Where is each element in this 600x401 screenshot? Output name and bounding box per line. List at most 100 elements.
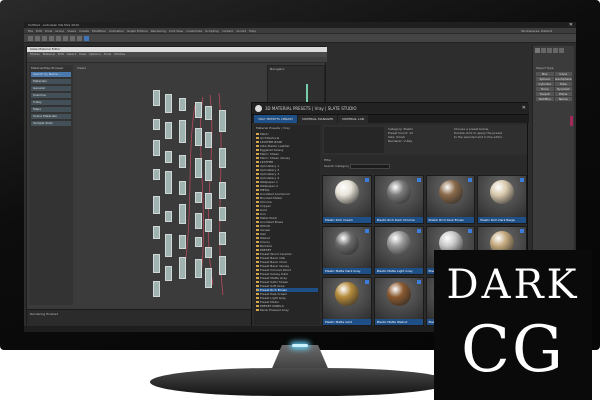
create-object-button[interactable]: Box — [536, 72, 554, 76]
menu-item[interactable]: Modifiers — [92, 29, 106, 33]
scroll-marker[interactable] — [570, 116, 573, 126]
material-node[interactable] — [153, 140, 160, 156]
favorite-icon[interactable] — [364, 280, 369, 284]
menu-item[interactable]: Views — [67, 29, 76, 33]
studio-tab[interactable]: VRAY PRESETS LIBRARY — [254, 115, 298, 123]
menu-item[interactable]: Content — [222, 29, 234, 33]
material-node[interactable] — [165, 266, 172, 281]
create-object-button[interactable]: Name — [554, 97, 572, 101]
material-node[interactable] — [195, 102, 202, 118]
browser-group[interactable]: Scanline — [31, 93, 71, 98]
material-node[interactable] — [153, 119, 160, 130]
menu-item[interactable]: Rendering — [151, 29, 166, 33]
undo-icon[interactable] — [28, 36, 33, 41]
preset-thumbnail[interactable]: Plastic Matte Dark Gray — [322, 226, 372, 275]
material-node[interactable] — [205, 132, 212, 148]
preset-thumbnail[interactable]: Plastic Matte Gold — [322, 277, 372, 326]
favorite-icon[interactable] — [416, 178, 421, 182]
material-node[interactable] — [165, 94, 172, 113]
browser-group[interactable]: Search by Name... — [31, 72, 71, 77]
favorite-icon[interactable] — [416, 280, 421, 284]
create-object-button[interactable]: Plane — [554, 92, 572, 96]
create-object-button[interactable]: Cone — [554, 72, 572, 76]
menu-item[interactable]: Tools — [45, 29, 52, 33]
material-node[interactable] — [179, 235, 186, 249]
material-node[interactable] — [219, 110, 226, 132]
menu-item[interactable]: Animation — [109, 29, 124, 33]
create-object-button[interactable]: Sphere — [536, 77, 554, 81]
menu-item[interactable]: Civil View — [169, 29, 183, 33]
material-node[interactable] — [153, 196, 160, 214]
create-object-button[interactable]: Cylinder — [536, 82, 554, 86]
preset-thumbnail[interactable]: Plastic Matte Light Gray — [373, 226, 424, 275]
redo-icon[interactable] — [35, 36, 40, 41]
link-icon[interactable] — [42, 36, 47, 41]
preset-thumbnail[interactable]: Plastic Rich Dark Chrome — [373, 175, 424, 224]
close-icon[interactable]: ✕ — [522, 105, 526, 111]
create-tab-icon[interactable] — [535, 48, 540, 53]
browser-group[interactable]: Materials — [31, 79, 71, 84]
hierarchy-tab-icon[interactable] — [547, 48, 552, 53]
preset-thumbnail[interactable]: Plastic Matte Walnut — [373, 277, 424, 326]
scale-icon[interactable] — [77, 36, 82, 41]
favorite-icon[interactable] — [416, 229, 421, 233]
material-node[interactable] — [205, 106, 212, 120]
select-icon[interactable] — [56, 36, 61, 41]
favorite-icon[interactable] — [468, 229, 473, 233]
material-node[interactable] — [179, 204, 186, 224]
favorite-icon[interactable] — [520, 229, 524, 233]
material-node[interactable] — [153, 281, 160, 297]
menu-item[interactable]: Customize — [186, 29, 202, 33]
node-view[interactable]: View1 — [75, 65, 265, 305]
browser-group[interactable]: Maps — [31, 107, 71, 112]
preset-thumbnail[interactable]: Plastic Rich Cream — [322, 175, 372, 224]
material-node[interactable] — [165, 151, 172, 163]
create-object-button[interactable]: Tube — [554, 82, 572, 86]
create-object-button[interactable]: Teapot — [536, 92, 554, 96]
material-node[interactable] — [205, 193, 212, 209]
preset-thumbnail[interactable]: Plastic Rich Dark Brown — [425, 175, 476, 224]
menu-item[interactable]: File — [28, 29, 33, 33]
menu-item[interactable]: Scripting — [205, 29, 218, 33]
material-node[interactable] — [195, 213, 202, 229]
menu-item[interactable]: Arnold — [236, 29, 246, 33]
move-icon[interactable] — [63, 36, 68, 41]
menu-item[interactable]: Create — [79, 29, 89, 33]
material-node[interactable] — [195, 259, 202, 278]
studio-tab[interactable]: MATERIAL LAB — [338, 115, 368, 123]
create-object-button[interactable]: Pyramid — [554, 87, 572, 91]
menu-item[interactable]: Group — [55, 29, 64, 33]
material-node[interactable] — [153, 169, 160, 180]
material-node[interactable] — [179, 181, 186, 195]
modify-tab-icon[interactable] — [541, 48, 546, 53]
render-icon[interactable] — [84, 36, 89, 41]
browser-group[interactable]: Scene Materials — [31, 114, 71, 119]
material-node[interactable] — [153, 90, 160, 106]
material-node[interactable] — [179, 98, 186, 111]
preset-thumbnail[interactable]: Plastic Rich Dark Beige — [477, 175, 527, 224]
favorite-icon[interactable] — [364, 229, 369, 233]
menu-item[interactable]: Help — [249, 29, 256, 33]
rotate-icon[interactable] — [70, 36, 75, 41]
material-node[interactable] — [153, 226, 160, 239]
material-node[interactable] — [219, 232, 226, 245]
menu-item[interactable]: Edit — [36, 29, 42, 33]
material-node[interactable] — [195, 192, 202, 203]
material-node[interactable] — [179, 120, 186, 143]
material-node[interactable] — [165, 171, 172, 194]
material-node[interactable] — [165, 211, 172, 222]
display-tab-icon[interactable] — [559, 48, 564, 53]
material-node[interactable] — [205, 160, 212, 181]
browser-group[interactable]: V-Ray — [31, 100, 71, 105]
material-node[interactable] — [165, 122, 172, 139]
material-node[interactable] — [195, 128, 202, 146]
browser-group[interactable]: Sample Slots — [31, 121, 71, 126]
favorite-icon[interactable] — [364, 178, 369, 182]
create-object-button[interactable]: TextPlus — [536, 97, 554, 101]
material-node[interactable] — [219, 256, 226, 275]
menu-item[interactable]: Graph Editors — [127, 29, 148, 33]
material-node[interactable] — [205, 268, 212, 288]
material-node[interactable] — [205, 219, 212, 232]
create-object-button[interactable]: GeoSphere — [554, 77, 572, 81]
motion-tab-icon[interactable] — [553, 48, 558, 53]
